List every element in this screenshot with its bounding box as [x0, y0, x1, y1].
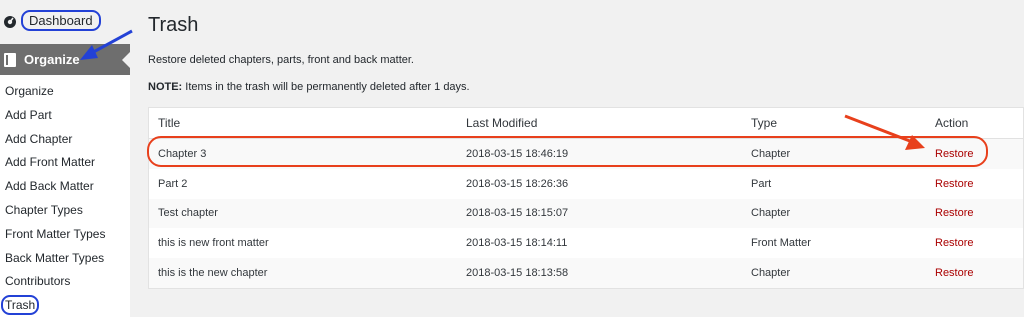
annotation-row-highlight [147, 136, 988, 167]
restore-link[interactable]: Restore [935, 207, 974, 219]
submenu-item-add-part[interactable]: Add Part [0, 104, 130, 128]
row-type: Chapter [751, 207, 791, 220]
restore-link[interactable]: Restore [935, 178, 974, 190]
organize-menu-header[interactable]: Organize [0, 44, 130, 75]
column-header-type: Type [751, 116, 778, 130]
submenu-item-add-chapter[interactable]: Add Chapter [0, 128, 130, 152]
sidebar-top: Dashboard [0, 0, 130, 44]
row-last-modified: 2018-03-15 18:26:36 [466, 177, 569, 190]
table-row: Test chapter 2018-03-15 18:15:07 Chapter… [149, 198, 1023, 229]
row-title: this is the new chapter [158, 267, 268, 280]
table-row: this is the new chapter 2018-03-15 18:13… [149, 258, 1023, 288]
submenu-item-organize[interactable]: Organize [0, 80, 130, 104]
trash-note: NOTE: Items in the trash will be permane… [148, 81, 470, 93]
page-title: Trash [148, 14, 199, 36]
submenu-item-front-matter-types[interactable]: Front Matter Types [0, 223, 130, 247]
dashboard-icon [4, 15, 16, 28]
column-header-title: Title [158, 116, 181, 130]
row-last-modified: 2018-03-15 18:15:07 [466, 207, 569, 220]
trash-table: Title Last Modified Type Action Chapter … [148, 107, 1024, 289]
admin-sidebar: Dashboard Organize Organize Add Part Add… [0, 0, 130, 317]
book-icon [4, 52, 16, 67]
row-title: Part 2 [158, 177, 188, 190]
row-last-modified: 2018-03-15 18:13:58 [466, 267, 569, 280]
submenu-item-add-front-matter[interactable]: Add Front Matter [0, 151, 130, 175]
dashboard-label[interactable]: Dashboard [21, 10, 101, 31]
row-title: this is new front matter [158, 237, 269, 250]
row-type: Chapter [751, 267, 791, 280]
dashboard-menu-item[interactable]: Dashboard [3, 10, 101, 31]
current-menu-notch [122, 52, 130, 68]
organize-submenu: Organize Add Part Add Chapter Add Front … [0, 80, 130, 317]
organize-header-label: Organize [24, 52, 80, 67]
table-row: this is new front matter 2018-03-15 18:1… [149, 228, 1023, 258]
table-header: Title Last Modified Type Action [149, 108, 1023, 139]
submenu-item-add-back-matter[interactable]: Add Back Matter [0, 175, 130, 199]
submenu-item-trash-row: Trash [0, 294, 130, 317]
restore-link[interactable]: Restore [935, 237, 974, 249]
submenu-item-trash[interactable]: Trash [1, 295, 40, 316]
row-title: Test chapter [158, 207, 218, 220]
column-header-action: Action [935, 116, 969, 130]
note-text: Items in the trash will be permanently d… [182, 81, 470, 93]
column-header-last-modified: Last Modified [466, 116, 538, 130]
submenu-item-back-matter-types[interactable]: Back Matter Types [0, 247, 130, 271]
restore-link[interactable]: Restore [935, 267, 974, 279]
page-description: Restore deleted chapters, parts, front a… [148, 54, 414, 66]
row-last-modified: 2018-03-15 18:14:11 [466, 237, 568, 250]
note-label: NOTE: [148, 81, 183, 93]
submenu-item-chapter-types[interactable]: Chapter Types [0, 199, 130, 223]
table-row: Part 2 2018-03-15 18:26:36 Part Restore [149, 169, 1023, 199]
submenu-item-contributors[interactable]: Contributors [0, 270, 130, 294]
row-type: Front Matter [751, 237, 811, 250]
row-type: Part [751, 177, 772, 190]
